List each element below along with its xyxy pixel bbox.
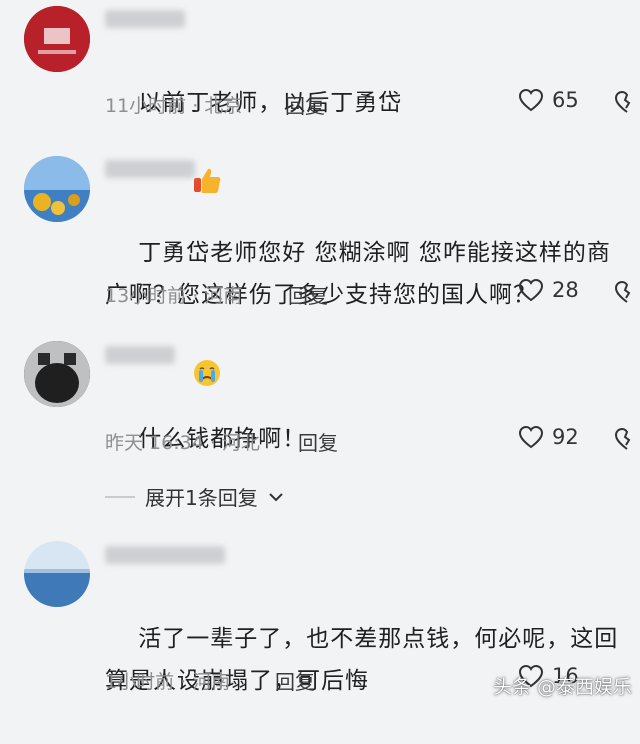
reply-button[interactable]: 回复 — [285, 90, 325, 119]
avatar-logo-icon — [24, 6, 90, 72]
username-blurred — [105, 160, 195, 178]
comment-meta: 13小时前 · 河南 — [105, 285, 243, 307]
avatar-photo-icon — [24, 541, 90, 607]
avatar[interactable] — [24, 6, 90, 72]
expand-replies-button[interactable]: 展开1条回复 — [105, 482, 284, 511]
broken-heart-icon — [614, 280, 631, 303]
dislike-button[interactable] — [614, 427, 640, 451]
like-count: 65 — [552, 88, 579, 112]
avatar[interactable] — [24, 541, 90, 607]
divider-line — [105, 495, 135, 498]
watermark: 头条 @泰西娱乐 — [492, 676, 632, 698]
dislike-button[interactable] — [614, 280, 640, 304]
like-count: 28 — [552, 278, 579, 302]
dislike-button[interactable] — [614, 90, 640, 114]
avatar[interactable] — [24, 341, 90, 407]
broken-heart-icon — [614, 90, 631, 113]
like-button[interactable]: 65 — [518, 88, 579, 112]
reply-button[interactable]: 回复 — [288, 280, 328, 309]
comment-meta: 昨天 16:34 · 河北 — [105, 432, 260, 454]
username-blurred — [105, 10, 185, 28]
heart-icon — [518, 278, 544, 302]
username-blurred — [105, 546, 225, 564]
comment-text: 活了一辈子了，也不差那点钱，何必呢，这回算是人设崩塌了，可后悔 — [105, 576, 630, 744]
like-button[interactable]: 92 — [518, 425, 579, 449]
avatar-photo-icon — [24, 156, 90, 222]
avatar[interactable] — [24, 156, 90, 222]
expand-replies-label: 展开1条回复 — [145, 486, 258, 510]
like-button[interactable]: 28 — [518, 278, 579, 302]
reply-button[interactable]: 回复 — [298, 427, 338, 456]
like-count: 92 — [552, 425, 579, 449]
heart-icon — [518, 88, 544, 112]
comment-meta: 11小时前 · 北京 — [105, 95, 243, 117]
reply-button[interactable]: 回复 — [275, 666, 315, 695]
chevron-down-icon — [269, 492, 283, 501]
avatar-photo-icon — [24, 341, 90, 407]
heart-icon — [518, 425, 544, 449]
username-blurred — [105, 346, 175, 364]
comment-meta: 1小时前 · 河南 — [105, 671, 231, 693]
broken-heart-icon — [614, 427, 631, 450]
